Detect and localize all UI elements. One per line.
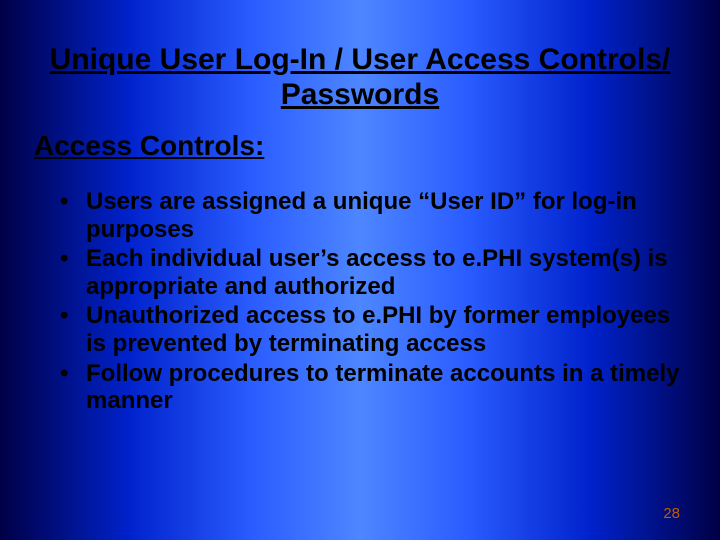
list-item: Users are assigned a unique “User ID” fo… [60, 188, 680, 243]
slide-title: Unique User Log-In / User Access Control… [30, 43, 690, 112]
slide-subtitle: Access Controls: [34, 130, 264, 162]
bullet-list: Users are assigned a unique “User ID” fo… [60, 188, 680, 417]
list-item: Follow procedures to terminate accounts … [60, 360, 680, 415]
page-number: 28 [663, 505, 680, 522]
slide: Unique User Log-In / User Access Control… [0, 0, 720, 540]
list-item: Each individual user’s access to e.PHI s… [60, 245, 680, 300]
list-item: Unauthorized access to e.PHI by former e… [60, 302, 680, 357]
